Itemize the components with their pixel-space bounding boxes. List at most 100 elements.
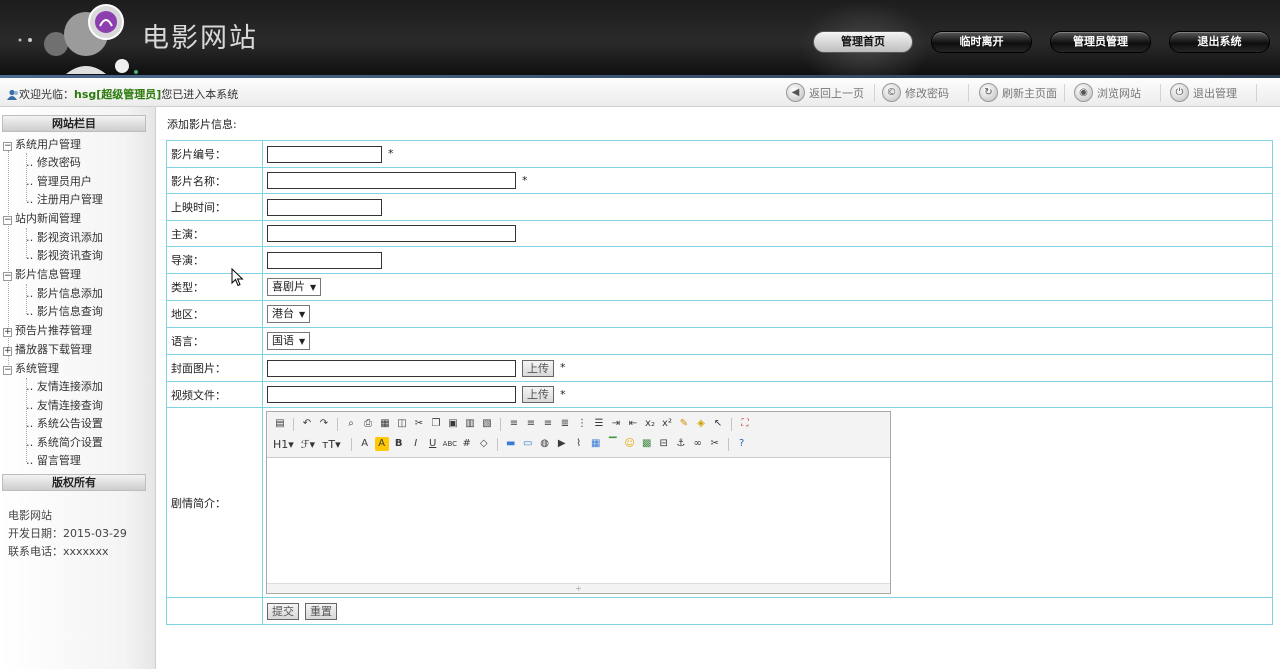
cover-upload-button[interactable]: 上传 [522,359,554,377]
emoticon-icon[interactable]: ☺ [623,437,637,451]
template-icon[interactable]: ▦ [378,417,392,431]
media-icon[interactable]: ▶ [555,437,569,451]
sidebar-group-users[interactable]: − 系统用户管理 [3,136,81,154]
sidebar-group-news[interactable]: − 站内新闻管理 [3,210,81,228]
sidebar-item-registered-users[interactable]: ‥ 注册用户管理 [26,191,103,209]
sidebar-item-movie-query[interactable]: ‥ 影片信息查询 [26,303,103,321]
editor-content-area[interactable] [267,459,890,583]
nav-admin-button[interactable]: 管理员管理 [1050,31,1151,53]
reset-button[interactable]: 重置 [305,602,337,620]
subscript-icon[interactable]: x₂ [643,417,657,431]
strikethrough-icon[interactable]: ABC [443,437,457,451]
change-password-button[interactable]: © 修改密码 [882,82,949,103]
font-color-icon[interactable]: A [358,437,372,451]
movie-name-input[interactable] [267,172,516,189]
nav-exit-button[interactable]: 退出系统 [1169,31,1270,53]
align-justify-icon[interactable]: ≣ [558,417,572,431]
print-icon[interactable]: ⎙ [361,417,375,431]
sidebar-item-change-password[interactable]: ‥ 修改密码 [26,154,81,172]
indent-icon[interactable]: ⇥ [609,417,623,431]
sidebar-group-player[interactable]: + 播放器下载管理 [3,341,92,359]
bold-icon[interactable]: B [392,437,406,451]
insert-table-icon[interactable]: ▦ [589,437,603,451]
back-button[interactable]: ◀ 返回上一页 [786,82,864,103]
sidebar-item-link-add[interactable]: ‥ 友情连接添加 [26,378,103,396]
sidebar-item-news-query[interactable]: ‥ 影视资讯查询 [26,247,103,265]
cut-icon[interactable]: ✂ [412,417,426,431]
highlight-icon[interactable]: A [374,437,389,451]
logout-button[interactable]: ⏻ 退出管理 [1170,82,1237,103]
redo-icon[interactable]: ↷ [317,417,331,431]
paste-word-icon[interactable]: ▧ [480,417,494,431]
sidebar-group-trailers[interactable]: + 预告片推荐管理 [3,322,92,340]
attachment-icon[interactable]: ⌇ [572,437,586,451]
browse-site-button[interactable]: ◉ 浏览网站 [1074,82,1141,103]
source-icon[interactable]: ▤ [273,417,287,431]
image-icon[interactable]: ▬ [504,437,518,451]
nav-home-button[interactable]: 管理首页 [813,31,913,53]
nav-leave-button[interactable]: 临时离开 [931,31,1032,53]
page-break-icon[interactable]: ⊟ [657,437,671,451]
header-banner: 电影网站 管理首页 临时离开 管理员管理 退出系统 [0,0,1280,78]
unlink-icon[interactable]: ✂ [708,437,722,451]
flash-icon[interactable]: ◍ [538,437,552,451]
sidebar-item-messages[interactable]: ‥ 留言管理 [26,452,81,470]
align-left-icon[interactable]: ≡ [507,417,521,431]
cover-image-input[interactable] [267,359,516,377]
sidebar-group-movies[interactable]: − 影片信息管理 [3,266,81,284]
movie-form: 影片编号： * 影片名称： * 上映时间： 主演： 导演： 类型： 喜剧片 ▼ 地… [166,140,1273,625]
sidebar-item-intro-settings[interactable]: ‥ 系统简介设置 [26,434,103,452]
video-file-input[interactable] [267,386,516,403]
sidebar-item-notice-settings[interactable]: ‥ 系统公告设置 [26,415,103,433]
horizontal-rule-icon[interactable]: ▔ [606,437,620,451]
sidebar-item-admin-users[interactable]: ‥ 管理员用户 [26,173,92,191]
editor-resize-handle[interactable]: ÷ [267,583,890,593]
collapse-icon: − [3,365,12,375]
unordered-list-icon[interactable]: ☰ [592,417,606,431]
copy-icon[interactable]: ❐ [429,417,443,431]
heading-dropdown[interactable]: H1▾ [273,438,294,451]
superscript-icon[interactable]: x² [660,417,674,431]
underline-icon[interactable]: U [426,437,440,451]
sidebar-item-link-query[interactable]: ‥ 友情连接查询 [26,397,103,415]
help-icon[interactable]: ? [735,437,749,451]
director-input[interactable] [267,251,382,269]
refresh-icon: ↻ [979,83,998,102]
sidebar-group-system[interactable]: − 系统管理 [3,360,59,378]
back-arrow-icon: ◀ [786,83,805,102]
sidebar-item-news-add[interactable]: ‥ 影视资讯添加 [26,229,103,247]
submit-button[interactable]: 提交 [267,602,299,620]
actors-input[interactable] [267,225,516,242]
align-right-icon[interactable]: ≡ [541,417,555,431]
movie-code-input[interactable] [267,145,382,163]
link-icon[interactable]: ∞ [691,437,705,451]
clear-format-icon[interactable]: ✎ [677,417,691,431]
select-icon[interactable]: ↖ [711,417,725,431]
release-date-input[interactable] [267,198,382,216]
multi-image-icon[interactable]: ▭ [521,437,535,451]
fullscreen-icon[interactable]: ⛶ [738,417,752,431]
sidebar-item-movie-add[interactable]: ‥ 影片信息添加 [26,285,103,303]
refresh-main-button[interactable]: ↻ 刷新主页面 [979,82,1057,103]
region-select[interactable]: 港台 ▼ [267,305,311,323]
video-upload-button[interactable]: 上传 [522,386,554,403]
select-all-icon[interactable]: ◈ [694,417,708,431]
copyright-heading: 版权所有 [2,474,146,491]
map-icon[interactable]: ▩ [640,437,654,451]
code-icon[interactable]: ◫ [395,417,409,431]
align-center-icon[interactable]: ≡ [524,417,538,431]
undo-icon[interactable]: ↶ [300,417,314,431]
anchor-icon[interactable]: ⚓ [674,437,688,451]
paste-icon[interactable]: ▣ [446,417,460,431]
font-family-dropdown[interactable]: ℱ▾ [301,438,315,451]
ordered-list-icon[interactable]: ⋮ [575,417,589,431]
eraser-icon[interactable]: ◇ [477,437,491,451]
italic-icon[interactable]: I [409,437,423,451]
type-select[interactable]: 喜剧片 ▼ [267,278,322,296]
language-select[interactable]: 国语 ▼ [267,332,311,350]
font-size-dropdown[interactable]: тT▾ [322,438,341,451]
table-grid-icon[interactable]: # [460,437,474,451]
paste-text-icon[interactable]: ▥ [463,417,477,431]
preview-icon[interactable]: ⌕ [344,417,358,431]
outdent-icon[interactable]: ⇤ [626,417,640,431]
